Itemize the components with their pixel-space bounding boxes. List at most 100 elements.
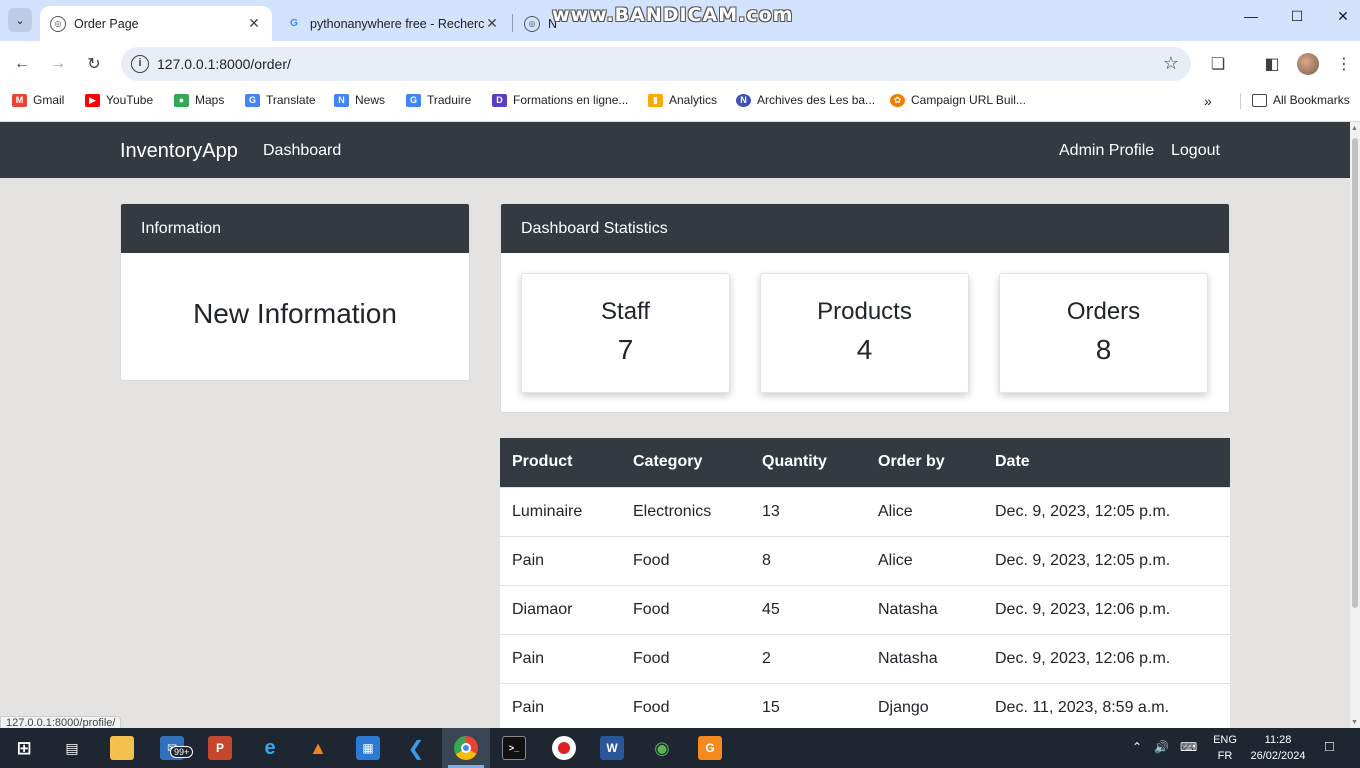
forward-icon[interactable]: →: [46, 52, 70, 76]
pdf-app-icon[interactable]: G: [698, 736, 722, 760]
notifications-icon[interactable]: □: [1325, 738, 1334, 755]
tab-separator: [512, 14, 513, 32]
scroll-up-icon[interactable]: ▲: [1351, 125, 1358, 132]
chrome-icon[interactable]: [454, 736, 478, 760]
dashboard-statistics-card: Dashboard Statistics Staff 7 Products 4 …: [500, 203, 1230, 413]
bookmark-maps[interactable]: ● Maps: [174, 93, 224, 107]
table-cell: Dec. 9, 2023, 12:06 p.m.: [983, 584, 1230, 634]
windows-start-icon[interactable]: ⊞: [12, 736, 36, 760]
column-header: Product: [500, 438, 621, 487]
more-bookmarks-icon[interactable]: »: [1204, 93, 1212, 109]
table-row: Pain Food 2 Natasha Dec. 9, 2023, 12:06 …: [500, 633, 1230, 683]
table-cell: Dec. 11, 2023, 8:59 a.m.: [983, 682, 1230, 728]
tray-overflow-icon[interactable]: ⌃: [1132, 740, 1142, 754]
bookmark-label: Archives des Les ba...: [757, 93, 876, 107]
information-card: Information New Information: [120, 203, 470, 381]
bookmark-traduire[interactable]: G Traduire: [406, 93, 471, 107]
terminal-icon[interactable]: >_: [502, 736, 526, 760]
all-bookmarks-folder[interactable]: All Bookmarks: [1252, 93, 1350, 107]
tab-order-page[interactable]: ◎ Order Page ✕: [40, 6, 272, 41]
brand-link[interactable]: InventoryApp: [120, 140, 238, 163]
vlc-icon[interactable]: ▲: [306, 736, 330, 760]
mail-badge: 99+: [170, 746, 194, 758]
table-header-row: Product Category Quantity Order by Date: [500, 438, 1230, 487]
close-tab-icon[interactable]: ✕: [246, 15, 262, 32]
nav-admin-profile[interactable]: Admin Profile: [1059, 142, 1154, 160]
bookmark-news[interactable]: N News: [334, 93, 385, 107]
bookmark-gmail[interactable]: M Gmail: [12, 93, 64, 107]
menu-icon[interactable]: ⋮: [1332, 52, 1356, 76]
app-navbar: InventoryApp Dashboard Admin Profile Log…: [0, 122, 1350, 178]
edge-icon[interactable]: e: [258, 736, 282, 760]
network-globe-icon[interactable]: ◉: [650, 736, 674, 760]
table-cell: Electronics: [621, 486, 750, 536]
nav-dashboard[interactable]: Dashboard: [263, 142, 341, 160]
bookmark-translate[interactable]: G Translate: [245, 93, 316, 107]
bookmark-analytics[interactable]: ▮ Analytics: [648, 93, 717, 107]
system-clock[interactable]: 11:28 26/02/2024: [1248, 732, 1308, 764]
tab-google-search[interactable]: G pythonanywhere free - Recherche ✕: [276, 6, 510, 41]
chrome-divider: [0, 115, 1360, 122]
profile-avatar[interactable]: [1297, 53, 1319, 75]
bookmark-campaign[interactable]: ✿ Campaign URL Buil...: [890, 93, 1026, 107]
clock-date: 26/02/2024: [1250, 750, 1306, 762]
scrollbar-thumb[interactable]: [1352, 138, 1358, 608]
bandicam-watermark: www.BANDICAM.com: [552, 4, 794, 26]
table-row: Luminaire Electronics 13 Alice Dec. 9, 2…: [500, 486, 1230, 536]
bookmarks-bar: M Gmail ▶ YouTube ● Maps G Translate N N…: [0, 87, 1360, 115]
close-tab-icon[interactable]: ✕: [484, 15, 500, 32]
bookmark-label: Maps: [195, 93, 225, 107]
side-panel-icon[interactable]: ◧: [1260, 52, 1284, 76]
reload-icon[interactable]: ↻: [82, 52, 106, 76]
column-header: Quantity: [750, 438, 866, 487]
bookmark-archives[interactable]: N Archives des Les ba...: [736, 93, 875, 107]
keyboard-icon[interactable]: ⌨: [1180, 740, 1197, 754]
bookmark-star-icon[interactable]: ☆: [1163, 53, 1179, 74]
orders-table-wrapper: Product Category Quantity Order by Date …: [500, 438, 1230, 728]
task-view-icon[interactable]: ▤: [60, 736, 84, 760]
browser-toolbar: ← → ↻ i 127.0.0.1:8000/order/ ☆ ❏ ◧ ⋮: [0, 41, 1360, 87]
news-icon: N: [334, 93, 349, 107]
store-icon[interactable]: ▦: [356, 736, 380, 760]
table-cell: Dec. 9, 2023, 12:05 p.m.: [983, 535, 1230, 585]
table-cell: Food: [621, 535, 750, 585]
tab-search-button[interactable]: ⌄: [8, 8, 32, 32]
file-explorer-icon[interactable]: [110, 736, 134, 760]
bookmark-formations[interactable]: D Formations en ligne...: [492, 93, 628, 107]
column-header: Order by: [866, 438, 983, 487]
word-icon[interactable]: W: [600, 736, 624, 760]
column-header: Date: [983, 438, 1230, 487]
maximize-icon[interactable]: ☐: [1274, 8, 1320, 25]
table-cell: Alice: [866, 535, 983, 585]
table-cell: 2: [750, 633, 866, 683]
page-scrollbar[interactable]: ▲ ▼: [1350, 122, 1360, 728]
minimize-icon[interactable]: —: [1228, 8, 1274, 24]
bookmark-youtube[interactable]: ▶ YouTube: [85, 93, 153, 107]
table-cell: Pain: [500, 535, 621, 585]
address-bar[interactable]: i 127.0.0.1:8000/order/ ☆: [121, 47, 1191, 81]
back-icon[interactable]: ←: [10, 52, 34, 76]
google-icon: G: [290, 18, 298, 29]
page-content: InventoryApp Dashboard Admin Profile Log…: [0, 122, 1350, 728]
close-window-icon[interactable]: ✕: [1320, 8, 1360, 25]
table-cell: Diamaor: [500, 584, 621, 634]
site-info-icon[interactable]: i: [131, 55, 149, 73]
table-cell: Django: [866, 682, 983, 728]
stat-value: 4: [856, 334, 873, 365]
stat-label: Staff: [601, 298, 650, 325]
powerpoint-icon[interactable]: P: [208, 736, 232, 760]
volume-icon[interactable]: 🔊: [1154, 740, 1169, 754]
youtube-icon: ▶: [85, 93, 100, 107]
stat-orders: Orders 8: [999, 273, 1208, 393]
nav-logout[interactable]: Logout: [1171, 142, 1220, 160]
extensions-icon[interactable]: ❏: [1206, 52, 1230, 76]
bookmark-label: Traduire: [427, 93, 472, 107]
bandicam-record-icon[interactable]: [552, 736, 576, 760]
formations-icon: D: [492, 93, 507, 107]
table-cell: 8: [750, 535, 866, 585]
vscode-icon[interactable]: ❮: [404, 736, 428, 760]
table-cell: 45: [750, 584, 866, 634]
url-text[interactable]: 127.0.0.1:8000/order/: [157, 56, 291, 72]
scroll-down-icon[interactable]: ▼: [1351, 719, 1358, 726]
language-indicator[interactable]: ENG FR: [1210, 732, 1240, 764]
